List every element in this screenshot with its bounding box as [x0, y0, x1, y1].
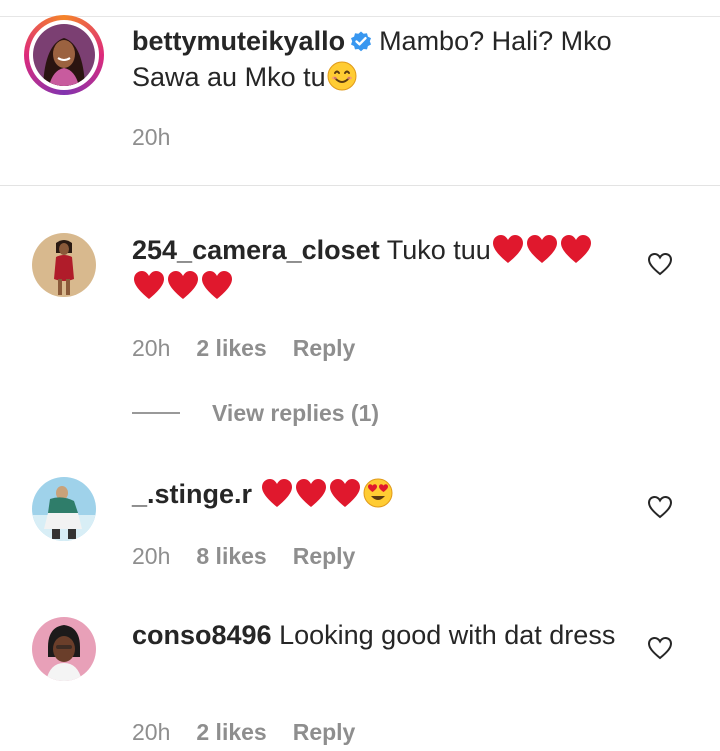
smiling-face-icon [327, 61, 357, 91]
red-heart-icon [202, 271, 232, 299]
comment-text: 254_camera_closet Tuko tuu [132, 232, 642, 304]
comment-meta: 20h 8 likes Reply [132, 543, 381, 570]
view-replies-line [132, 412, 180, 414]
avatar[interactable] [32, 617, 96, 681]
red-heart-icon [168, 271, 198, 299]
verified-badge-icon [351, 31, 372, 52]
heart-outline-icon[interactable] [647, 495, 673, 519]
comment-timestamp: 20h [132, 543, 171, 569]
comment-message: Tuko tuu [386, 235, 491, 265]
comment-timestamp: 20h [132, 335, 171, 361]
reply-button[interactable]: Reply [293, 335, 356, 361]
heart-outline-icon[interactable] [647, 252, 673, 276]
caption-meta: 20h [132, 124, 196, 151]
caption-divider [0, 185, 720, 186]
red-heart-icon [560, 235, 591, 263]
likes-count[interactable]: 8 likes [196, 543, 266, 569]
reply-button[interactable]: Reply [293, 543, 356, 569]
likes-count[interactable]: 2 likes [196, 719, 266, 745]
red-heart-icon [261, 479, 292, 507]
avatar[interactable] [32, 477, 96, 541]
heart-eyes-icon [363, 478, 393, 508]
caption-username[interactable]: bettymuteikyallo [132, 26, 345, 56]
caption-timestamp: 20h [132, 124, 171, 150]
comment-username[interactable]: conso8496 [132, 620, 272, 650]
red-heart-icon [526, 235, 557, 263]
red-heart-icon [329, 479, 360, 507]
comment-message: Looking good with dat dress [279, 620, 616, 650]
caption-text: bettymuteikyallo Mambo? Hali? Mko Sawa au… [132, 23, 642, 95]
comment-timestamp: 20h [132, 719, 171, 745]
avatar[interactable] [32, 233, 96, 297]
comment-text: _.stinge.r [132, 476, 642, 512]
view-replies-label: View replies (1) [212, 400, 380, 426]
caption-avatar-ring[interactable] [24, 15, 104, 95]
comment-meta: 20h 2 likes Reply [132, 719, 381, 746]
red-heart-icon [295, 479, 326, 507]
avatar [33, 24, 95, 86]
view-replies-button[interactable]: View replies (1) [132, 400, 379, 430]
comment-text: conso8496 Looking good with dat dress [132, 617, 642, 653]
likes-count[interactable]: 2 likes [196, 335, 266, 361]
comment-username[interactable]: 254_camera_closet [132, 235, 380, 265]
red-heart-icon [134, 271, 164, 299]
reply-button[interactable]: Reply [293, 719, 356, 745]
heart-outline-icon[interactable] [647, 636, 673, 660]
top-divider [0, 16, 720, 17]
red-heart-icon [492, 235, 523, 263]
comment-username[interactable]: _.stinge.r [132, 479, 252, 509]
comment-meta: 20h 2 likes Reply [132, 335, 381, 362]
